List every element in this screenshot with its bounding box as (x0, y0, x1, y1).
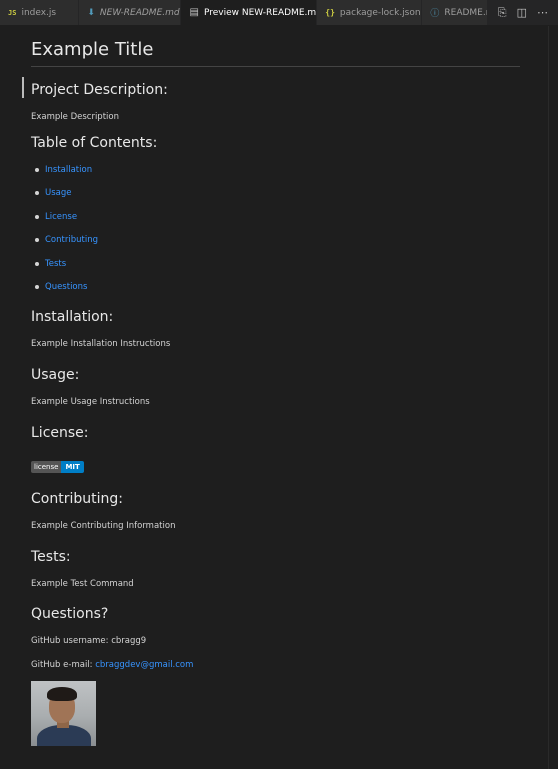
javascript-file-icon: JS (8, 8, 17, 17)
tests-text: Example Test Command (31, 578, 134, 589)
badge-left: license (31, 460, 62, 473)
description-heading: Project Description: (31, 82, 168, 98)
description-text: Example Description (31, 112, 119, 122)
toc-link-tests[interactable]: Tests (45, 259, 66, 269)
tab-label: NEW-README.md (99, 7, 180, 18)
tab-package-lock-json[interactable]: {} package-lock.json (317, 0, 423, 25)
avatar-body (37, 724, 91, 746)
tab-label: Preview NEW-README.md (203, 7, 318, 18)
tab-preview-new-readme[interactable]: ▤ Preview NEW-README.md ✕ (181, 0, 318, 25)
toc-heading: Table of Contents: (31, 135, 158, 151)
more-actions-icon[interactable]: ⋯ (537, 6, 548, 19)
preview-icon: ▤ (189, 7, 199, 18)
toc-link-questions[interactable]: Questions (45, 282, 87, 292)
github-email-line: GitHub e-mail: cbraggdev@gmail.com (31, 659, 520, 671)
tab-index-js[interactable]: JS index.js (0, 0, 80, 25)
markdown-icon: ⬇ (87, 7, 95, 18)
toc-link-installation[interactable]: Installation (45, 165, 92, 175)
list-item: Usage (35, 187, 520, 199)
list-item: Installation (35, 164, 520, 176)
toc-link-contributing[interactable]: Contributing (45, 235, 98, 245)
selection-indicator (22, 77, 24, 98)
open-changes-icon[interactable]: ⎘ (498, 6, 507, 20)
markdown-preview: Example Title Project Description: Examp… (31, 26, 520, 746)
tests-heading: Tests: (31, 548, 71, 565)
list-item: Contributing (35, 234, 520, 246)
usage-heading: Usage: (31, 366, 80, 383)
license-heading: License: (31, 424, 89, 441)
license-badge-wrap: license MIT (31, 454, 520, 473)
vertical-scrollbar[interactable] (548, 26, 558, 769)
github-username: GitHub username: cbragg9 (31, 635, 147, 646)
tab-label: README.m (444, 7, 486, 18)
toc-list: Installation Usage License Contributing … (31, 164, 520, 293)
editor-actions: ⎘ ◫ ⋯ (487, 0, 558, 25)
badge-right: MIT (61, 460, 84, 473)
contributing-heading: Contributing: (31, 490, 123, 507)
installation-heading: Installation: (31, 308, 114, 325)
json-file-icon: {} (325, 8, 335, 17)
avatar (31, 680, 96, 746)
github-email-link[interactable]: cbraggdev@gmail.com (95, 660, 193, 670)
license-badge[interactable]: license MIT (31, 460, 84, 473)
split-editor-icon[interactable]: ◫ (517, 6, 527, 19)
github-email-label: GitHub e-mail: (31, 659, 96, 670)
contributing-text: Example Contributing Information (31, 520, 176, 531)
list-item: Questions (35, 281, 520, 293)
usage-text: Example Usage Instructions (31, 396, 150, 407)
tab-label: package-lock.json (339, 7, 421, 18)
list-item: License (35, 211, 520, 223)
installation-text: Example Installation Instructions (31, 338, 171, 349)
avatar-hair (47, 686, 77, 701)
questions-heading: Questions? (31, 605, 109, 622)
toc-link-usage[interactable]: Usage (45, 188, 71, 198)
tab-label: index.js (21, 7, 57, 18)
list-item: Tests (35, 258, 520, 270)
page-title: Example Title (31, 39, 520, 67)
info-icon: ⓘ (430, 9, 440, 19)
toc-link-license[interactable]: License (45, 212, 77, 222)
tab-new-readme[interactable]: ⬇ NEW-README.md (79, 0, 182, 25)
tab-readme[interactable]: ⓘ README.m (422, 0, 488, 25)
editor-tab-bar: JS index.js ⬇ NEW-README.md ▤ Preview NE… (0, 0, 558, 26)
